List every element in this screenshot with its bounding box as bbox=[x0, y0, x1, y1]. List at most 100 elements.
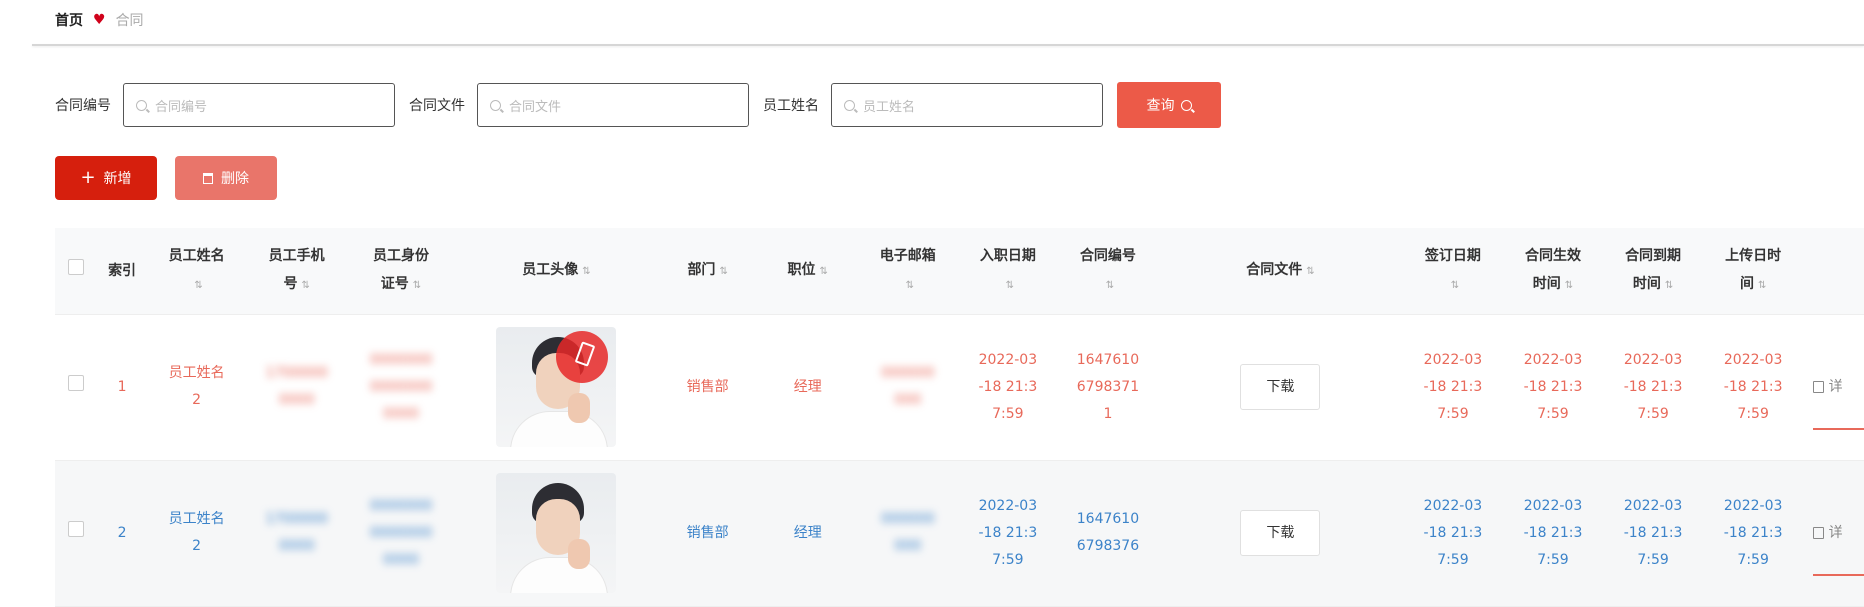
contract-no-label: 合同编号 bbox=[55, 98, 111, 114]
search-icon bbox=[844, 99, 855, 111]
cell-name: 员工姓名 2 bbox=[168, 365, 225, 408]
delete-button-label: 删除 bbox=[221, 171, 249, 187]
edit-badge-icon bbox=[556, 331, 609, 383]
header-idcard[interactable]: 员工身份 证号 ⇅ bbox=[346, 228, 456, 315]
contract-file-placeholder: 合同文件 bbox=[509, 99, 562, 115]
cell-position: 经理 bbox=[793, 524, 822, 541]
row-checkbox[interactable] bbox=[68, 374, 85, 391]
contract-file-label: 合同文件 bbox=[409, 98, 465, 114]
cell-sign-date: 2022-03 -18 21:3 7:59 bbox=[1423, 351, 1483, 422]
sort-icon[interactable]: ⇅ bbox=[301, 272, 309, 300]
avatar[interactable] bbox=[496, 327, 617, 447]
cell-operations[interactable]: 详 bbox=[1803, 460, 1864, 606]
sort-icon[interactable]: ⇅ bbox=[1665, 272, 1673, 300]
cell-avatar bbox=[455, 314, 657, 460]
add-button-label: 新增 bbox=[103, 171, 132, 187]
search-icon bbox=[490, 99, 501, 111]
sort-icon[interactable]: ⇅ bbox=[1306, 258, 1314, 286]
employee-name-input[interactable]: 员工姓名 bbox=[831, 83, 1103, 127]
sort-icon[interactable]: ⇅ bbox=[1106, 272, 1114, 300]
detail-link[interactable]: 详 bbox=[1829, 525, 1843, 541]
header-email[interactable]: 电子邮箱 ⇅ bbox=[857, 228, 958, 315]
cell-hire-date: 2022-03 -18 21:3 7:59 bbox=[978, 497, 1038, 568]
cell-contract-file: 下载 bbox=[1158, 460, 1403, 606]
cell-index: 2 bbox=[117, 524, 127, 541]
breadcrumb: 首页 ♥ 合同 bbox=[55, 8, 144, 32]
header-dept[interactable]: 部门 ⇅ bbox=[657, 228, 758, 315]
operation-underline bbox=[1813, 573, 1864, 576]
search-icon bbox=[136, 99, 147, 111]
table-row[interactable]: 1 员工姓名 2 1700000 0000 0000000 0000000 0000 销… bbox=[55, 314, 1864, 460]
sort-icon[interactable]: ⇅ bbox=[820, 258, 828, 286]
download-button[interactable]: 下载 bbox=[1240, 364, 1321, 410]
header-upload-time[interactable]: 上传日时间 ⇅ bbox=[1703, 228, 1804, 315]
header-contract-no[interactable]: 合同编号 ⇅ bbox=[1057, 228, 1158, 315]
cell-contract-no: 1647610 6798376 bbox=[1076, 511, 1140, 554]
sort-icon[interactable]: ⇅ bbox=[1451, 272, 1459, 300]
header-operations bbox=[1803, 228, 1864, 315]
contract-no-placeholder: 合同编号 bbox=[155, 99, 208, 115]
cell-hire-date: 2022-03 -18 21:3 7:59 bbox=[978, 351, 1038, 422]
sort-icon[interactable]: ⇅ bbox=[413, 272, 421, 300]
header-index: 索引 bbox=[97, 228, 147, 315]
row-checkbox[interactable] bbox=[68, 520, 85, 537]
cell-phone: 1700000 0000 bbox=[265, 365, 328, 408]
cell-effective-time: 2022-03 -18 21:3 7:59 bbox=[1523, 497, 1583, 568]
contract-no-input[interactable]: 合同编号 bbox=[123, 83, 395, 127]
header-contract-file[interactable]: 合同文件 ⇅ bbox=[1157, 228, 1403, 315]
action-bar: + 新增 删除 bbox=[55, 156, 277, 200]
cell-effective-time: 2022-03 -18 21:3 7:59 bbox=[1523, 351, 1583, 422]
breadcrumb-home[interactable]: 首页 bbox=[55, 10, 83, 30]
cell-upload-time: 2022-03 -18 21:3 7:59 bbox=[1723, 497, 1783, 568]
employee-name-placeholder: 员工姓名 bbox=[863, 99, 916, 115]
header-select-all[interactable] bbox=[55, 228, 98, 315]
detail-icon[interactable] bbox=[1813, 380, 1825, 393]
breadcrumb-current: 合同 bbox=[115, 13, 144, 29]
cell-index: 1 bbox=[117, 378, 127, 395]
sort-icon[interactable]: ⇅ bbox=[719, 258, 727, 286]
cell-upload-time: 2022-03 -18 21:3 7:59 bbox=[1723, 351, 1783, 422]
avatar[interactable] bbox=[496, 473, 617, 593]
table-row[interactable]: 2 员工姓名 2 1700000 0000 0000000 0000000 0000 销… bbox=[55, 460, 1864, 606]
header-sign-date[interactable]: 签订日期 ⇅ bbox=[1402, 228, 1503, 315]
sort-icon[interactable]: ⇅ bbox=[1758, 272, 1766, 300]
cell-idcard: 0000000 0000000 0000 bbox=[369, 351, 433, 422]
header-avatar[interactable]: 员工头像 ⇅ bbox=[455, 228, 658, 315]
search-icon bbox=[1180, 99, 1192, 111]
cell-email: 000000 000 bbox=[881, 511, 935, 554]
cell-name: 员工姓名 2 bbox=[168, 511, 225, 554]
header-effective-time[interactable]: 合同生效 时间 ⇅ bbox=[1502, 228, 1604, 315]
header-hire-date[interactable]: 入职日期 ⇅ bbox=[957, 228, 1058, 315]
cell-expire-time: 2022-03 -18 21:3 7:59 bbox=[1623, 497, 1683, 568]
cell-dept: 销售部 bbox=[686, 524, 729, 541]
header-name[interactable]: 员工姓名 ⇅ bbox=[146, 228, 247, 315]
trash-icon bbox=[203, 172, 213, 184]
plus-icon: + bbox=[80, 167, 96, 188]
cell-dept: 销售部 bbox=[686, 378, 729, 395]
detail-link[interactable]: 详 bbox=[1829, 379, 1843, 395]
heart-icon: ♥ bbox=[93, 12, 106, 28]
header-position[interactable]: 职位 ⇅ bbox=[757, 228, 858, 315]
sort-icon[interactable]: ⇅ bbox=[1565, 272, 1573, 300]
header-phone[interactable]: 员工手机号 ⇅ bbox=[246, 228, 347, 315]
select-all-checkbox[interactable] bbox=[68, 258, 85, 275]
sort-icon[interactable]: ⇅ bbox=[906, 272, 914, 300]
search-button[interactable]: 查询 bbox=[1117, 82, 1221, 128]
top-divider bbox=[32, 44, 1864, 46]
cell-contract-no: 1647610 6798371 1 bbox=[1076, 351, 1140, 422]
cell-operations[interactable]: 详 bbox=[1803, 314, 1864, 460]
detail-icon[interactable] bbox=[1813, 526, 1825, 539]
download-button[interactable]: 下载 bbox=[1240, 510, 1321, 556]
cell-contract-file: 下载 bbox=[1158, 314, 1403, 460]
operation-underline bbox=[1813, 427, 1864, 430]
delete-button[interactable]: 删除 bbox=[175, 156, 277, 200]
sort-icon[interactable]: ⇅ bbox=[194, 272, 202, 300]
contract-file-input[interactable]: 合同文件 bbox=[477, 83, 749, 127]
header-expire-time[interactable]: 合同到期 时间 ⇅ bbox=[1603, 228, 1704, 315]
add-button[interactable]: + 新增 bbox=[55, 156, 157, 200]
sort-icon[interactable]: ⇅ bbox=[582, 258, 590, 286]
sort-icon[interactable]: ⇅ bbox=[1006, 272, 1014, 300]
cell-phone: 1700000 0000 bbox=[265, 511, 328, 554]
cell-position: 经理 bbox=[793, 378, 822, 395]
cell-email: 000000 000 bbox=[881, 365, 935, 408]
